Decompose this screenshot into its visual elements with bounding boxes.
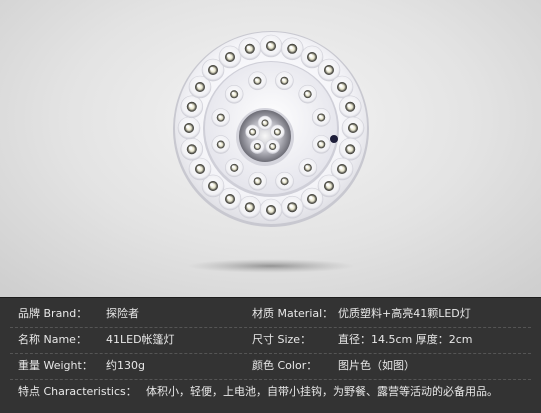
material-label: 材质 Material： (252, 307, 334, 320)
color-value: 图片色（如图） (338, 359, 415, 372)
led-bulb (280, 37, 304, 61)
led-bulb (250, 139, 265, 154)
led-bulb (211, 108, 231, 127)
led-bulb (270, 124, 285, 140)
spec-row-features: 特点 Characteristics： 体积小，轻便，上电池，自带小挂钩，为野餐… (0, 380, 541, 404)
color-label: 颜色 Color： (252, 359, 318, 372)
led-bulb (341, 116, 365, 140)
led-bulb (338, 137, 362, 161)
led-bulb (248, 71, 267, 91)
power-switch-icon (330, 135, 338, 143)
led-bulb (257, 115, 273, 131)
led-bulb (298, 158, 318, 178)
spec-row-brand: 品牌 Brand： 探险者 材质 Material： 优质塑料+高亮41颗LED… (0, 302, 541, 326)
spec-row-name: 名称 Name： 41LED帐篷灯 尺寸 Size： 直径：14.5cm 厚度：… (0, 328, 541, 352)
brand-label: 品牌 Brand： (18, 307, 88, 320)
led-bulb (275, 171, 294, 191)
name-label: 名称 Name： (18, 333, 87, 346)
led-bulb (177, 116, 201, 140)
led-bulb (280, 195, 304, 219)
led-bulb (224, 158, 244, 178)
led-bulb (259, 198, 283, 222)
led-bulb (238, 37, 262, 61)
name-value: 41LED帐篷灯 (106, 333, 175, 346)
led-bulb (218, 45, 242, 69)
led-bulb (259, 34, 283, 58)
led-bulb (275, 71, 294, 91)
size-label: 尺寸 Size： (252, 333, 312, 346)
led-bulb (311, 108, 331, 127)
led-bulb (211, 135, 231, 154)
features-value: 体积小，轻便，上电池，自带小挂钩，为野餐、露营等活动的必备用品。 (146, 385, 498, 398)
led-bulb (224, 84, 244, 104)
spec-table: 品牌 Brand： 探险者 材质 Material： 优质塑料+高亮41颗LED… (0, 297, 541, 413)
lantern-image (173, 31, 369, 273)
led-bulb (265, 139, 280, 154)
led-bulb (311, 135, 331, 154)
led-bulb (300, 187, 324, 211)
led-bulb (298, 84, 318, 104)
weight-value: 约130g (106, 359, 145, 372)
product-detail-page: 品牌 Brand： 探险者 材质 Material： 优质塑料+高亮41颗LED… (0, 0, 541, 413)
features-label: 特点 Characteristics： (18, 385, 137, 398)
spec-row-weight: 重量 Weight： 约130g 颜色 Color： 图片色（如图） (0, 354, 541, 378)
led-bulb (180, 95, 204, 119)
led-bulb (338, 95, 362, 119)
led-bulb (330, 75, 354, 99)
weight-label: 重量 Weight： (18, 359, 93, 372)
size-value: 直径：14.5cm 厚度：2cm (338, 333, 473, 346)
led-bulb (245, 124, 260, 140)
material-value: 优质塑料+高亮41颗LED灯 (338, 307, 471, 320)
led-bulb (180, 137, 204, 161)
brand-value: 探险者 (106, 307, 139, 320)
led-bulb (188, 157, 212, 181)
product-photo (0, 0, 541, 297)
lantern-shadow (187, 259, 355, 273)
led-bulb (248, 171, 267, 191)
led-bulb (238, 195, 262, 219)
